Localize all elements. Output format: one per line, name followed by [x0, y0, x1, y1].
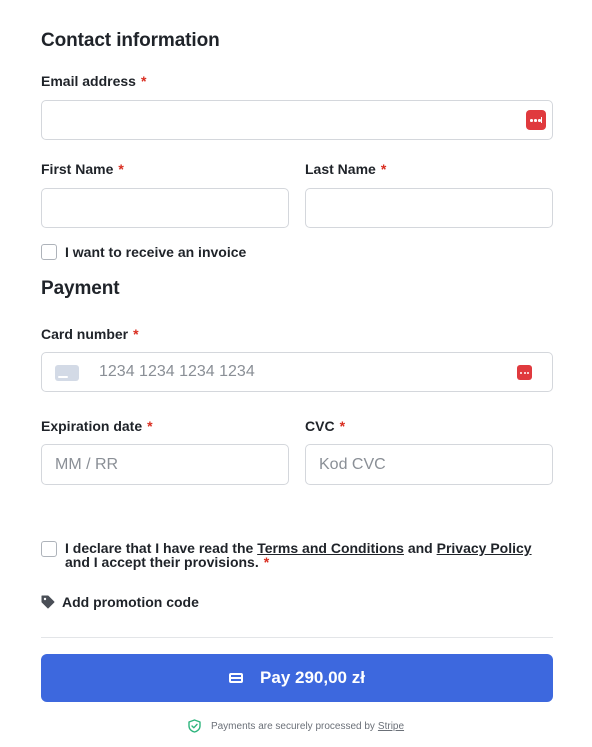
required-marker: *: [133, 326, 139, 342]
cvc-field[interactable]: Kod CVC: [305, 444, 553, 485]
tag-icon: [41, 595, 55, 609]
email-field[interactable]: [41, 100, 553, 140]
required-marker: *: [263, 554, 270, 570]
first-name-label: First Name *: [41, 161, 124, 177]
email-label: Email address *: [41, 73, 146, 89]
terms-label: I declare that I have read the Terms and…: [65, 541, 555, 569]
expiration-field[interactable]: MM / RR: [41, 444, 289, 485]
card-number-field[interactable]: 1234 1234 1234 1234: [41, 352, 553, 392]
card-number-label-text: Card number: [41, 326, 129, 342]
last-name-field[interactable]: [305, 188, 553, 228]
expiration-label-text: Expiration date: [41, 418, 143, 434]
stripe-link[interactable]: Stripe: [378, 721, 404, 732]
card-number-placeholder: 1234 1234 1234 1234: [99, 363, 255, 380]
first-name-field[interactable]: [41, 188, 289, 228]
invoice-label: I want to receive an invoice: [65, 244, 247, 260]
card-brand-icon: [55, 365, 79, 381]
terms-suffix: and I accept their provisions.: [65, 554, 259, 570]
promo-label: Add promotion code: [62, 594, 199, 610]
expiration-label: Expiration date *: [41, 418, 153, 434]
add-promo-code-button[interactable]: Add promotion code: [41, 595, 199, 609]
required-marker: *: [380, 161, 387, 177]
card-number-label: Card number *: [41, 326, 139, 342]
pay-button[interactable]: Pay 290,00 zł: [41, 654, 553, 702]
credit-card-icon: [229, 673, 244, 683]
expiration-placeholder: MM / RR: [55, 455, 119, 473]
password-manager-icon[interactable]: [526, 110, 546, 130]
terms-link[interactable]: Terms and Conditions: [257, 540, 404, 556]
required-marker: *: [339, 418, 346, 434]
last-name-label: Last Name *: [305, 161, 386, 177]
pay-button-label: Pay 290,00 zł: [260, 668, 365, 687]
required-marker: *: [147, 418, 153, 434]
required-marker: *: [118, 161, 124, 177]
secure-footer: Payments are securely processed by Strip…: [0, 719, 592, 733]
cvc-label-text: CVC: [305, 418, 335, 434]
last-name-label-text: Last Name: [305, 161, 376, 177]
password-manager-icon[interactable]: [517, 365, 532, 380]
email-label-text: Email address: [41, 73, 136, 89]
payment-heading: Payment: [41, 278, 120, 299]
first-name-label-text: First Name: [41, 161, 114, 177]
privacy-policy-link[interactable]: Privacy Policy: [437, 540, 532, 556]
footer-text: Payments are securely processed by: [210, 720, 375, 732]
divider: [41, 637, 553, 638]
shield-check-icon: [188, 719, 201, 733]
cvc-label: CVC *: [305, 418, 345, 434]
cvc-placeholder: Kod CVC: [319, 455, 386, 473]
invoice-checkbox[interactable]: [41, 244, 57, 260]
contact-heading: Contact information: [41, 30, 220, 51]
terms-checkbox[interactable]: [41, 541, 57, 557]
required-marker: *: [140, 73, 147, 89]
terms-and: and: [407, 540, 433, 556]
